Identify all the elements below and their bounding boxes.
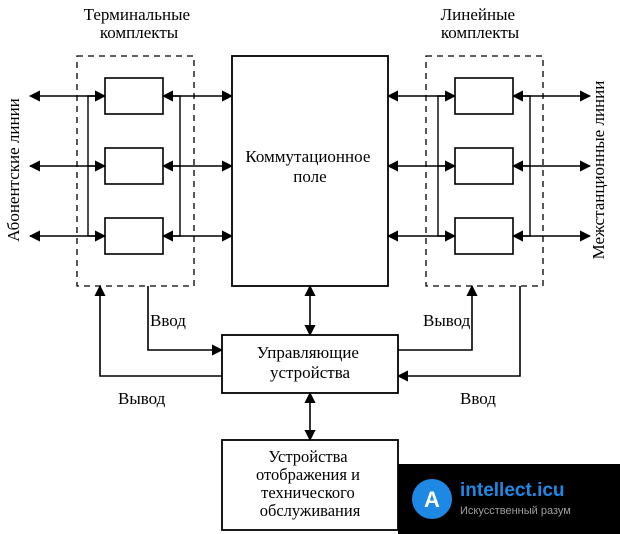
left-output-path (100, 286, 222, 376)
diagram-canvas: Терминальные комплекты Линейные комплект… (0, 0, 620, 534)
right-input-path (398, 286, 520, 376)
left-input-label: Ввод (150, 311, 186, 330)
watermark: A intellect.icu Искусственный разум (398, 464, 620, 534)
terminal-block-2 (105, 148, 163, 184)
line-block-2 (455, 148, 513, 184)
interstation-lines-label: Межстанционные линии (589, 81, 608, 260)
control-units-text: Управляющие устройства (257, 343, 363, 382)
terminal-block-3 (105, 218, 163, 254)
line-block-1 (455, 78, 513, 114)
subscriber-lines-label: Абонентские линии (4, 98, 23, 242)
line-block-3 (455, 218, 513, 254)
display-maintenance-text: Устройства отображения и технического об… (256, 447, 364, 520)
line-sets-label: Линейные комплекты (441, 5, 520, 42)
terminal-sets-label: Терминальные комплекты (84, 5, 195, 42)
watermark-brand: intellect.icu (460, 480, 565, 501)
left-output-label: Вывод (118, 389, 166, 408)
right-output-label: Вывод (423, 311, 471, 330)
right-input-label: Ввод (460, 389, 496, 408)
watermark-logo-letter: A (424, 487, 440, 512)
watermark-tagline: Искусственный разум (460, 505, 571, 517)
terminal-block-1 (105, 78, 163, 114)
